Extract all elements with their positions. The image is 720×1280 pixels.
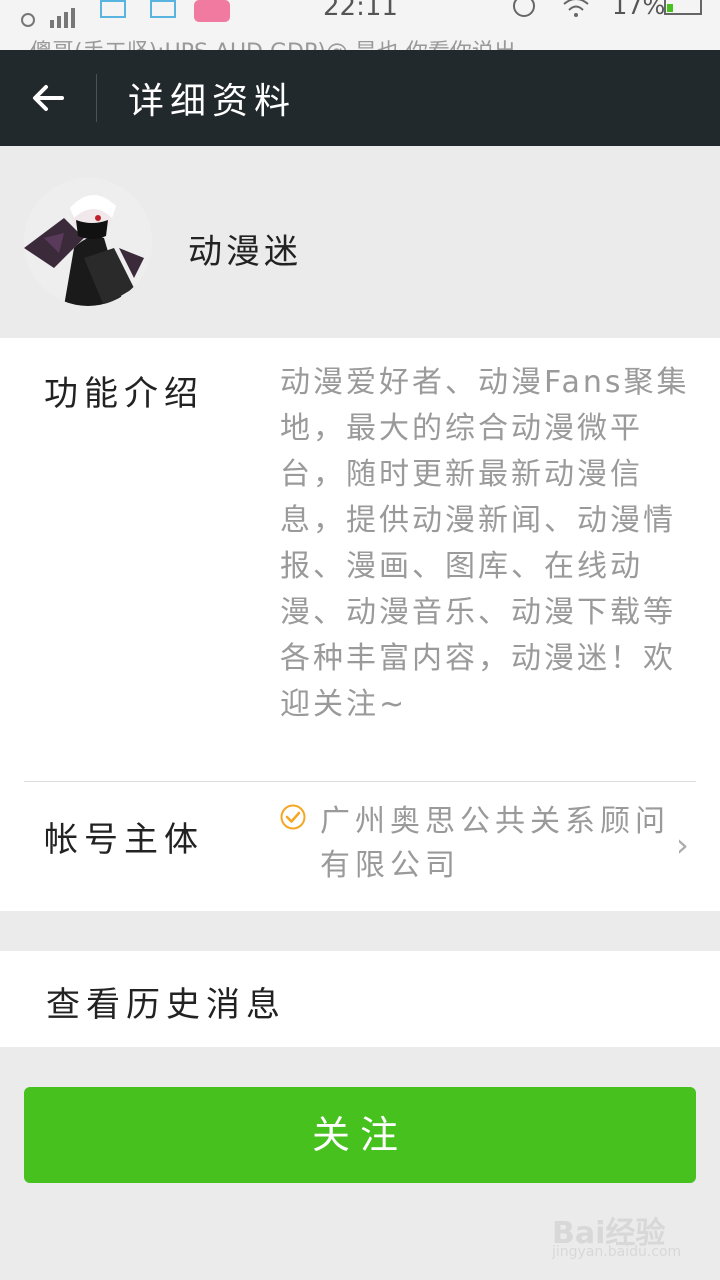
verified-badge-icon <box>280 804 306 830</box>
intro-text: 动漫爱好者、动漫Fans聚集地，最大的综合动漫微平台，随时更新最新动漫信息，提供… <box>280 365 690 722</box>
notification-ticker: 傻哥(手工坚):UPS AUD GDP)@ 是也 你看你说出 <box>30 34 516 50</box>
owner-label: 帐号主体 <box>44 820 204 860</box>
battery-percentage: 17% <box>612 0 666 20</box>
clock: 22:11 <box>323 0 398 22</box>
wifi-icon <box>563 0 589 17</box>
view-history-row[interactable]: 查看历史消息 <box>0 951 720 1047</box>
account-name: 动漫迷 <box>188 232 302 272</box>
notification-image-icon <box>100 0 126 18</box>
avatar[interactable] <box>24 178 152 306</box>
app-notification-icon <box>194 0 230 22</box>
nav-divider <box>96 74 97 122</box>
signal-icon <box>21 8 75 28</box>
baidu-jingyan-watermark: Bai经验 jingyan.baidu.com <box>552 1208 681 1260</box>
battery-icon <box>664 0 702 15</box>
view-history-label: 查看历史消息 <box>46 985 286 1025</box>
profile-header: 动漫迷 <box>0 146 720 338</box>
owner-company-link[interactable]: 广州奥思公共关系顾问有限公司 <box>320 800 670 888</box>
page-title: 详细资料 <box>128 81 297 122</box>
follow-button[interactable]: 关注 <box>24 1087 696 1183</box>
notification-image-icon <box>150 0 176 18</box>
top-nav-bar: 详细资料 <box>0 50 720 146</box>
intro-label: 功能介绍 <box>44 374 204 414</box>
divider <box>24 781 696 782</box>
watermark-url: jingyan.baidu.com <box>552 1244 682 1260</box>
alarm-icon <box>513 0 535 17</box>
avatar-image <box>24 178 152 306</box>
back-arrow-icon[interactable] <box>28 78 68 118</box>
chevron-right-icon[interactable]: › <box>676 826 689 864</box>
account-info-card: 功能介绍 动漫爱好者、动漫Fans聚集地，最大的综合动漫微平台，随时更新最新动漫… <box>0 338 720 911</box>
status-bar: 22:11 17% 傻哥(手工坚):UPS AUD GDP)@ 是也 你看你说出 <box>0 0 720 50</box>
